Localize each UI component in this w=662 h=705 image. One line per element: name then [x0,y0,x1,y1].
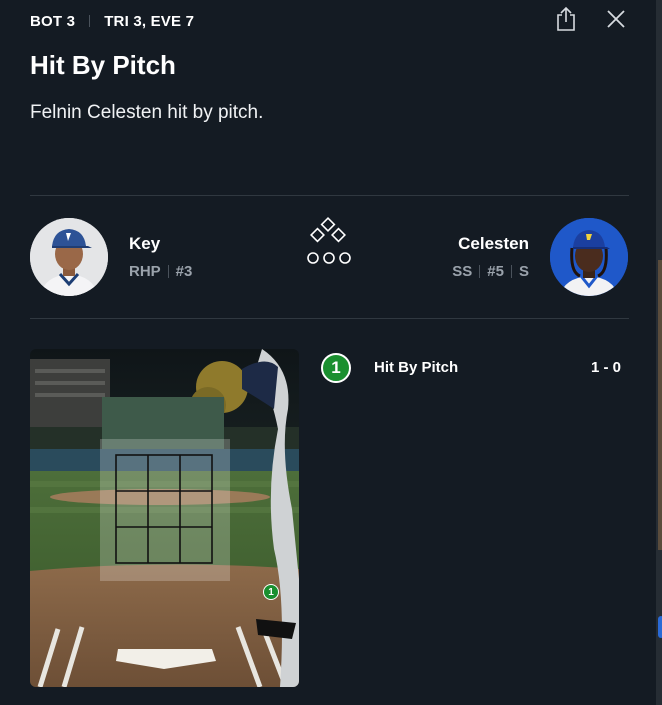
batter-bats: S [518,263,529,280]
divider [167,265,169,278]
play-detail-panel: BOT 3 TRI 3, EVE 7 Hit By Pitch Felnin C… [0,0,656,705]
pitch-video-thumbnail[interactable]: 1 [30,349,299,687]
batter-number: #5 [487,263,504,280]
pitch-result-label: Hit By Pitch [374,359,459,376]
batter-name: Celesten [458,234,529,253]
pitcher-position: RHP [129,263,161,280]
pitcher-number: #3 [175,263,193,280]
divider [510,265,512,278]
pitch-number-badge: 1 [321,353,351,383]
play-title: Hit By Pitch [30,50,176,80]
pitch-location-marker: 1 [263,584,279,600]
close-icon [607,10,625,28]
batter-meta: SS #5 S [452,263,529,280]
score-label: TRI 3, EVE 7 [104,12,195,30]
background-edge [656,0,662,705]
game-status-bar: BOT 3 TRI 3, EVE 7 [30,12,194,30]
background-button-fragment [658,616,662,638]
divider [30,318,629,319]
batter-position: SS [452,263,473,280]
play-description: Felnin Celesten hit by pitch. [30,102,264,123]
pitcher-name: Key [129,234,161,253]
divider [479,265,481,278]
inning-label: BOT 3 [30,12,76,30]
background-strip [658,260,662,550]
pitch-count-label: 1 - 0 [590,359,621,376]
pitcher-avatar [30,218,108,296]
divider [30,195,629,196]
share-button[interactable] [554,6,578,32]
batter-avatar [550,218,628,296]
share-icon [557,6,575,31]
pitch-event-row[interactable]: 1 Hit By Pitch 1 - 0 [321,351,621,385]
close-button[interactable] [604,6,628,32]
divider [89,15,91,27]
pitcher-meta: RHP #3 [129,263,192,280]
bases-diamond-icon [307,217,351,264]
